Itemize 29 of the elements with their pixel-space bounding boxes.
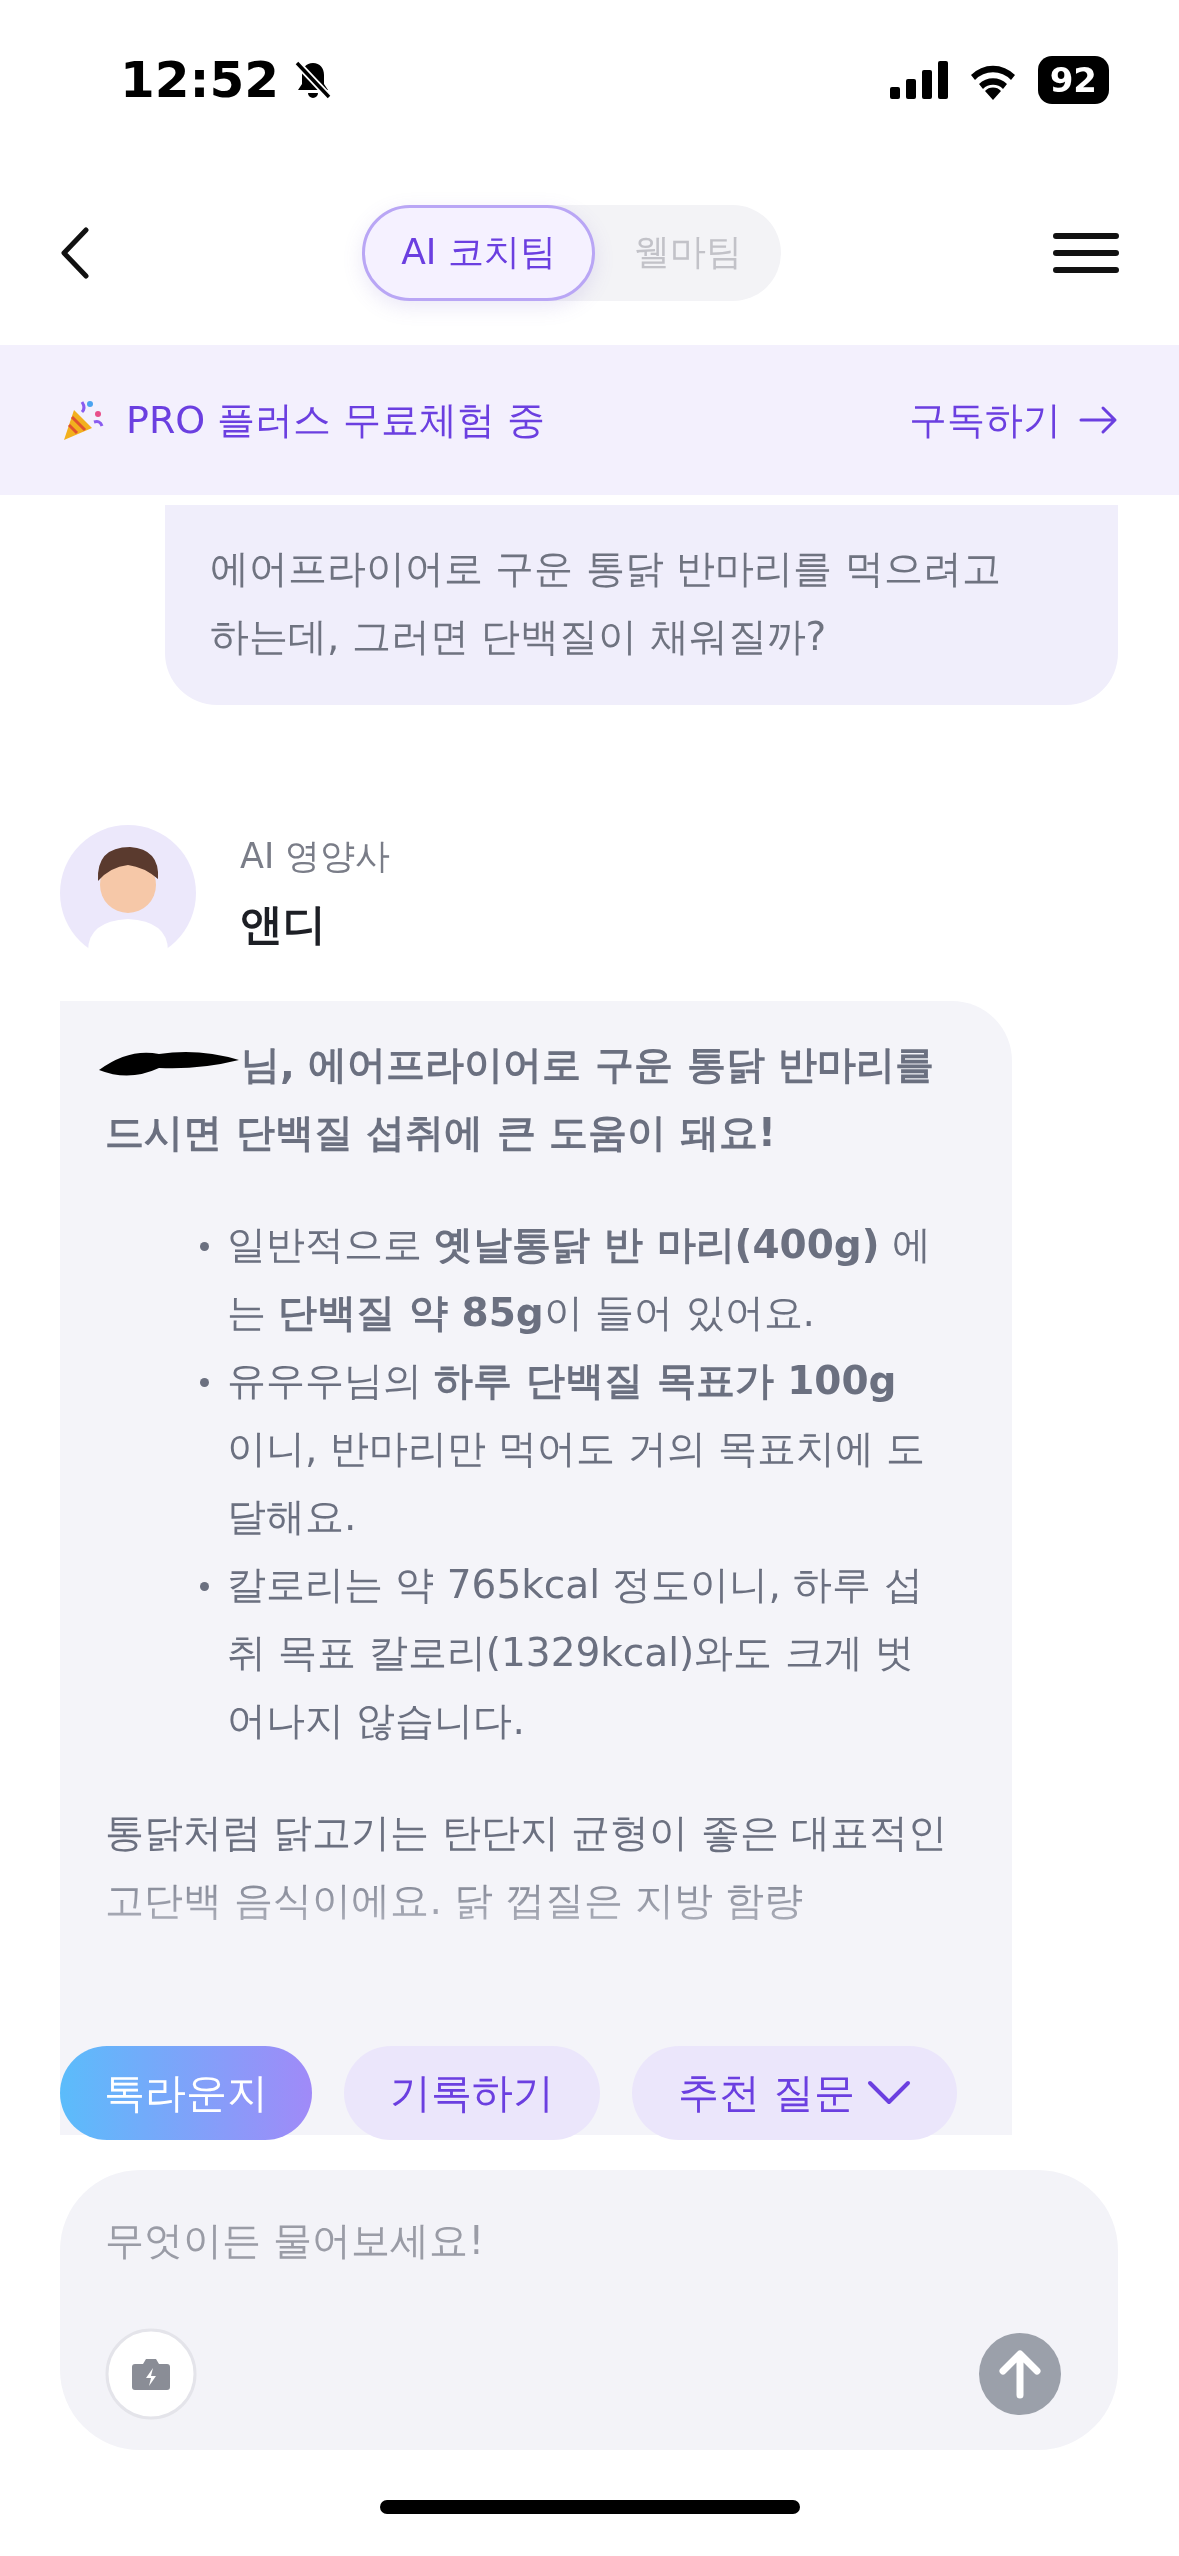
user-message: 에어프라이어로 구운 통닭 반마리를 먹으려고 하는데, 그러면 단백질이 채워질까? — [165, 505, 1118, 705]
back-icon[interactable] — [60, 226, 90, 279]
record-button[interactable]: 기록하기 — [344, 2046, 600, 2140]
answer-intro-line: 드시면 단백질 섭취에 큰 도움이 돼요! — [105, 1109, 777, 1157]
clock: 12:52 — [120, 51, 280, 109]
subscribe-link[interactable]: 구독하기 — [909, 394, 1119, 446]
arrow-right-icon — [1079, 405, 1119, 435]
trial-status: PRO 플러스 무료체험 중 — [126, 396, 546, 444]
battery-indicator: 92 — [1037, 56, 1109, 104]
bullet-icon — [200, 1242, 209, 1251]
suggested-questions-dropdown[interactable]: 추천 질문 — [632, 2046, 958, 2140]
assistant-name: 앤디 — [240, 897, 327, 951]
chevron-down-icon — [867, 2080, 912, 2106]
camera-button[interactable] — [105, 2328, 197, 2420]
signal-icon — [889, 61, 948, 99]
assistant-role: AI 영양사 — [240, 834, 391, 878]
message-input[interactable]: 무엇이든 물어보세요! — [105, 2218, 1073, 2263]
answer-point: 유우우님의 하루 단백질 목표가 100g 이니, 반마리만 먹어도 거의 목표치에 도달해요. — [227, 1357, 927, 1541]
answer-intro-line: 님, 에어프라이어로 구운 통닭 반마리를 — [241, 1041, 935, 1089]
team-tab[interactable]: AI 코치팀 — [362, 204, 595, 301]
avatar-icon — [60, 825, 196, 961]
menu-icon[interactable] — [1053, 231, 1119, 274]
bell-off-icon — [293, 59, 334, 101]
answer-point: 일반적으로 옛날통닭 반 마리(400g) 에는 단백질 약 85g이 들어 있어요. — [227, 1221, 932, 1337]
send-button[interactable] — [979, 2333, 1061, 2415]
answer-point: 칼로리는 약 765kcal 정도이니, 하루 섭취 목표 칼로리(1329kcal)와도 크게 벗어나지 않습니다. — [227, 1561, 924, 1745]
bullet-icon — [200, 1582, 209, 1591]
bullet-icon — [200, 1378, 209, 1387]
answer-paragraph: 통닭처럼 닭고기는 탄단지 균형이 좋은 대표적인 고단백 음식이에요. 닭 껍질은 지방 함량 — [105, 1809, 948, 1925]
